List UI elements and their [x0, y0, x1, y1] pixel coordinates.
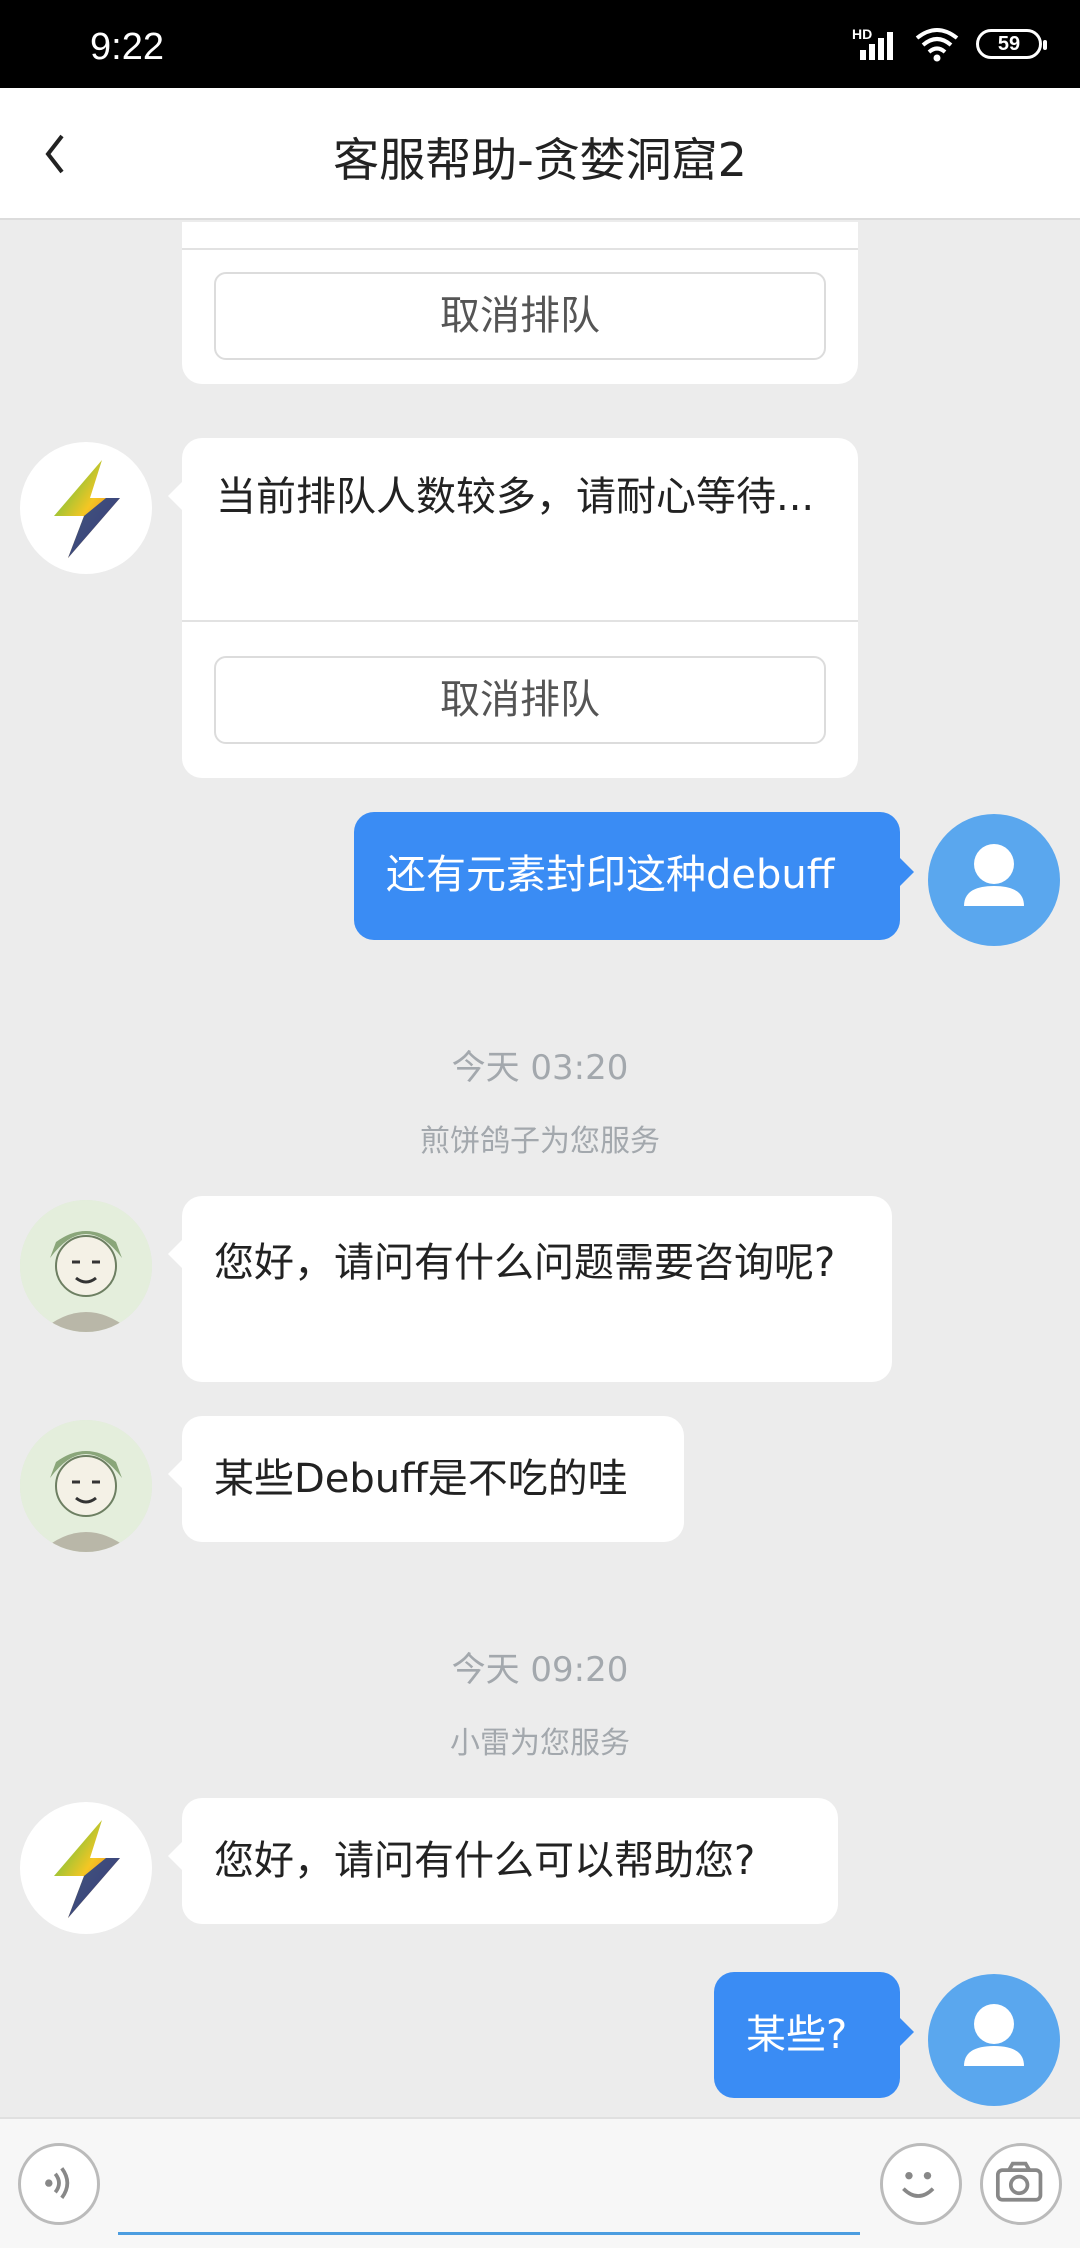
agent-avatar[interactable]	[20, 1200, 152, 1332]
chat-header: 客服帮助-贪婪洞窟2	[0, 88, 1080, 220]
bot-avatar[interactable]	[20, 1802, 152, 1934]
cell-signal-icon: HD	[852, 26, 898, 62]
user-message-bubble: 还有元素封印这种debuff	[354, 812, 914, 940]
chat-timestamp: 今天 03:20	[451, 1048, 629, 1088]
bot-avatar[interactable]	[20, 442, 152, 574]
lightning-logo-icon	[54, 460, 120, 558]
user-avatar[interactable]	[928, 814, 1060, 946]
user-message-bubble: 某些?	[714, 1972, 914, 2098]
user-avatar[interactable]	[928, 1974, 1060, 2106]
agent-avatar[interactable]	[20, 1420, 152, 1552]
agent-message-text: 您好，请问有什么问题需要咨询呢?	[214, 1240, 836, 1286]
person-icon	[964, 844, 1024, 906]
page-title: 客服帮助-贪婪洞窟2	[333, 133, 747, 187]
bot-message-bubble: 您好，请问有什么可以帮助您?	[168, 1798, 838, 1924]
wifi-icon	[915, 28, 959, 62]
bot-message-text: 您好，请问有什么可以帮助您?	[214, 1838, 756, 1884]
agent-message-text: 某些Debuff是不吃的哇	[214, 1456, 628, 1502]
message-input-bar	[0, 2117, 1080, 2248]
status-icons: HD 59	[852, 26, 1047, 62]
voice-button[interactable]	[18, 2143, 100, 2225]
battery-icon: 59	[976, 29, 1047, 59]
camera-button[interactable]	[980, 2143, 1062, 2225]
status-bar: 9:22 HD 59	[0, 0, 1080, 88]
agent-portrait-icon	[20, 1420, 152, 1552]
camera-icon	[995, 2161, 1043, 2202]
chat-timestamp: 今天 09:20	[451, 1650, 629, 1690]
service-agent-notice: 煎饼鸽子为您服务	[420, 1124, 660, 1159]
user-message-text: 还有元素封印这种debuff	[386, 852, 835, 898]
user-message-text: 某些?	[746, 2012, 848, 2058]
agent-portrait-icon	[20, 1200, 152, 1332]
chat-message-list[interactable]: 取消排队 当前排队人数较多，请耐心等待... 取消排队 还有元素封印这种debu…	[0, 222, 1080, 2117]
queue-card-partial: 取消排队	[182, 222, 858, 384]
service-agent-notice: 小雷为您服务	[450, 1726, 630, 1761]
status-time: 9:22	[90, 26, 164, 68]
message-input[interactable]	[118, 2139, 860, 2235]
card-divider	[182, 248, 858, 250]
agent-message-bubble: 某些Debuff是不吃的哇	[168, 1416, 684, 1542]
smiley-icon	[902, 2171, 935, 2198]
lightning-logo-icon	[54, 1820, 120, 1918]
queue-notice-card: 当前排队人数较多，请耐心等待... 取消排队	[168, 438, 858, 778]
agent-message-bubble: 您好，请问有什么问题需要咨询呢?	[168, 1196, 892, 1382]
queue-notice-text: 当前排队人数较多，请耐心等待...	[216, 474, 815, 520]
person-icon	[964, 2004, 1024, 2066]
cancel-queue-button[interactable]: 取消排队	[214, 656, 826, 744]
cancel-queue-button[interactable]: 取消排队	[214, 272, 826, 360]
card-divider	[182, 620, 858, 622]
voice-icon	[45, 2167, 70, 2200]
emoji-button[interactable]	[880, 2143, 962, 2225]
